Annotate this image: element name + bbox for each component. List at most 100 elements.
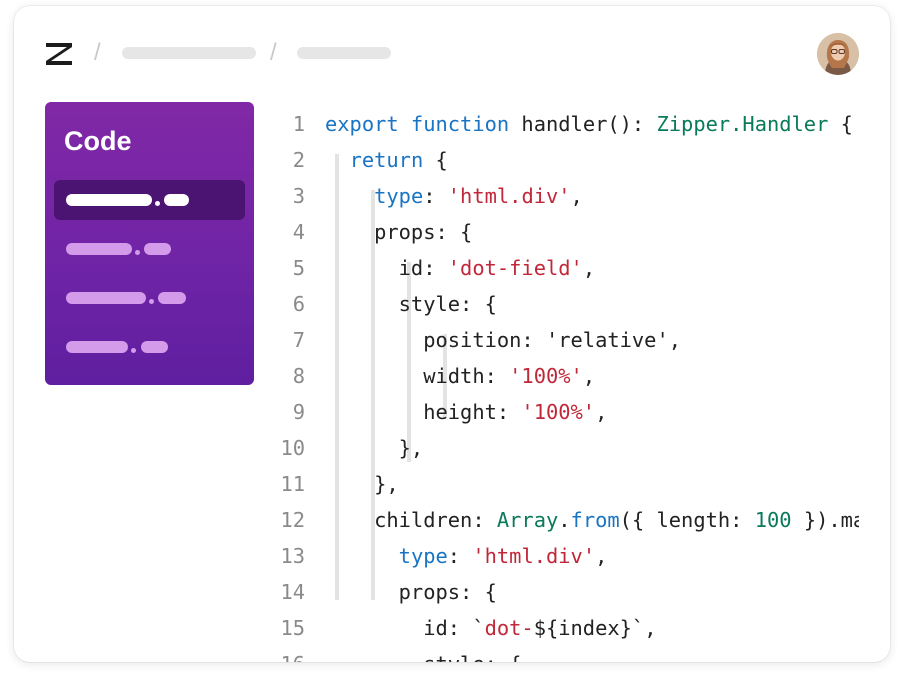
line-number: 15: [280, 616, 305, 640]
code-token: }).map: [803, 508, 859, 532]
line-number: 13: [280, 544, 305, 568]
code-token: ,: [595, 544, 608, 568]
code-text: width: '100%',: [325, 358, 595, 394]
code-line[interactable]: 7 position: 'relative',: [269, 322, 859, 358]
code-token: dot-: [484, 616, 534, 640]
line-number: 6: [292, 292, 305, 316]
label-placeholder: [141, 341, 168, 353]
label-placeholder: [66, 243, 132, 255]
code-text: },: [325, 466, 399, 502]
code-token: ,: [595, 400, 608, 424]
code-text: props: {: [325, 214, 472, 250]
line-number: 16: [269, 646, 305, 662]
dot-separator: [131, 348, 136, 353]
breadcrumb-item-placeholder[interactable]: [297, 47, 391, 59]
label-placeholder: [164, 194, 189, 206]
code-editor[interactable]: 1 export function handler(): Zipper.Handl…: [269, 106, 859, 662]
sidebar-item[interactable]: [54, 327, 245, 367]
line-number: 1: [292, 112, 305, 136]
code-token: width:: [325, 364, 510, 388]
code-text: style: {: [325, 646, 521, 662]
sidebar-item[interactable]: [54, 278, 245, 318]
code-line[interactable]: 8 width: '100%',: [269, 358, 859, 394]
label-placeholder: [66, 194, 152, 206]
code-text: position: 'relative',: [325, 322, 681, 358]
code-token: id:: [325, 256, 448, 280]
code-token: ,: [570, 184, 583, 208]
code-token: 'html.div': [472, 544, 596, 568]
code-token: },: [325, 436, 424, 460]
code-line[interactable]: 16 style: {: [269, 646, 859, 662]
code-token: ({ length:: [619, 508, 755, 532]
breadcrumb-item-placeholder[interactable]: [122, 47, 256, 59]
code-token: Zipper.Handler: [656, 112, 829, 136]
code-token: children:: [325, 508, 497, 532]
code-line[interactable]: 4 props: {: [269, 214, 859, 250]
code-line[interactable]: 10 },: [269, 430, 859, 466]
code-token: style: {: [325, 652, 521, 662]
code-line[interactable]: 6 style: {: [269, 286, 859, 322]
code-line[interactable]: 15 id: `dot-${index}`,: [269, 610, 859, 646]
breadcrumb-separator: /: [270, 39, 277, 66]
code-token: {: [828, 112, 853, 136]
code-text: props: {: [325, 574, 497, 610]
line-number: 7: [292, 328, 305, 352]
sidebar: Code: [45, 102, 254, 385]
sidebar-title: Code: [64, 126, 132, 156]
code-token: 100: [754, 508, 792, 532]
code-text: id: 'dot-field',: [325, 250, 595, 286]
code-token: from: [570, 508, 620, 532]
code-line[interactable]: 5 id: 'dot-field',: [269, 250, 859, 286]
line-number: 3: [292, 184, 305, 208]
avatar-photo-icon: [817, 33, 859, 75]
code-token: 'html.div': [447, 184, 571, 208]
dot-separator: [155, 201, 160, 206]
code-token: style: {: [325, 292, 497, 316]
user-avatar[interactable]: [817, 33, 859, 75]
code-token: '100%': [509, 364, 583, 388]
code-token: Array: [496, 508, 559, 532]
code-line[interactable]: 9 height: '100%',: [269, 394, 859, 430]
code-token: type: [398, 544, 448, 568]
code-token: props: {: [325, 220, 473, 244]
code-text: type: 'html.div',: [325, 538, 608, 574]
dot-separator: [149, 299, 154, 304]
code-line[interactable]: 13 type: 'html.div',: [269, 538, 859, 574]
sidebar-item-active[interactable]: [54, 180, 245, 220]
code-token: ,: [582, 364, 596, 388]
line-number: 5: [292, 256, 305, 280]
code-line[interactable]: 14 props: {: [269, 574, 859, 610]
label-placeholder: [66, 292, 146, 304]
code-token: height:: [325, 400, 522, 424]
code-token: position: 'relative',: [325, 328, 682, 352]
dot-separator: [135, 250, 140, 255]
line-number: 8: [292, 364, 305, 388]
line-number: 2: [292, 148, 305, 172]
line-number: 12: [280, 508, 305, 532]
code-token: :: [423, 184, 448, 208]
code-line[interactable]: 2 return {: [269, 142, 859, 178]
code-text: id: `dot-${index}`,: [325, 610, 656, 646]
code-token: id: `: [325, 616, 485, 640]
code-token: return: [349, 148, 424, 172]
code-token: export function: [325, 112, 510, 136]
label-placeholder: [66, 341, 128, 353]
line-number: 11: [280, 472, 305, 496]
code-line[interactable]: 11 },: [269, 466, 859, 502]
code-text: children: Array.from({ length: 100 }).ma…: [325, 502, 859, 538]
code-token: },: [325, 472, 399, 496]
code-token: '100%': [521, 400, 596, 424]
label-placeholder: [158, 292, 186, 304]
code-line[interactable]: 1 export function handler(): Zipper.Handl…: [269, 106, 859, 142]
code-token: ,: [582, 256, 596, 280]
code-token: handler():: [509, 112, 657, 136]
code-line[interactable]: 3 type: 'html.div',: [269, 178, 859, 214]
code-token: .: [558, 508, 571, 532]
code-line[interactable]: 12 children: Array.from({ length: 100 })…: [269, 502, 859, 538]
code-text: type: 'html.div',: [325, 178, 583, 214]
sidebar-item[interactable]: [54, 229, 245, 269]
code-text: return {: [325, 142, 448, 178]
zipper-logo-icon[interactable]: [45, 40, 73, 68]
